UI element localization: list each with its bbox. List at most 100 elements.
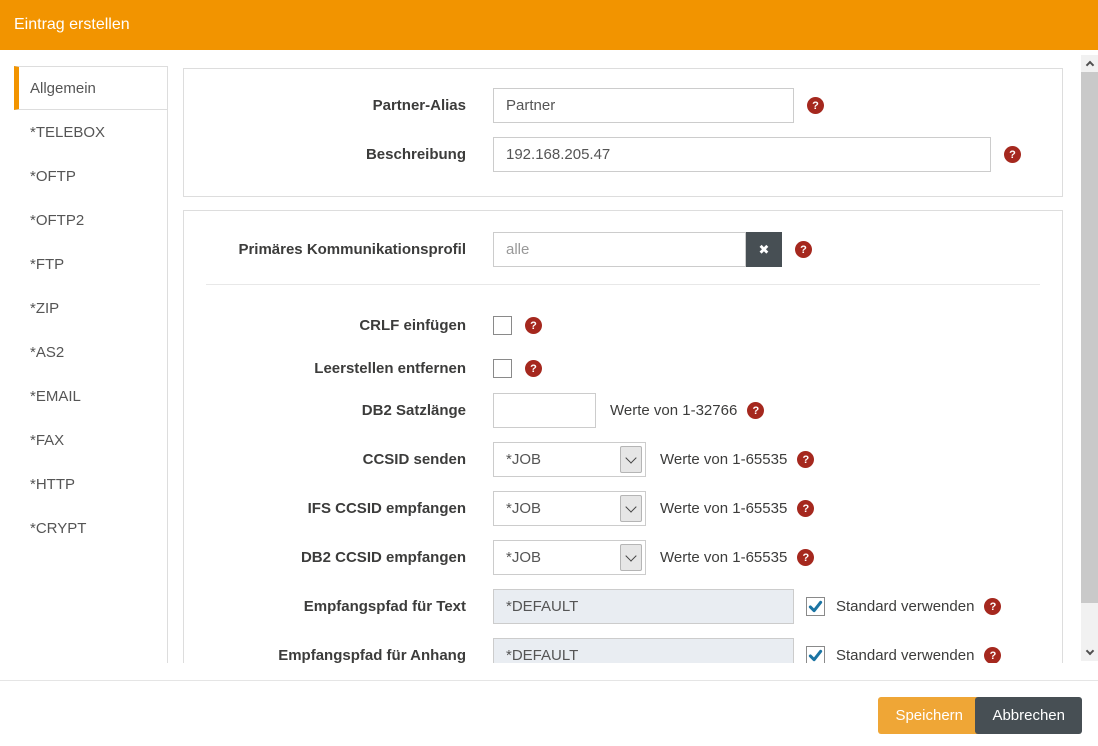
empfangspfad-text-label: Empfangspfad für Text [184, 598, 493, 616]
sidebar-item-telebox[interactable]: *TELEBOX [14, 110, 167, 154]
cancel-button[interactable]: Abbrechen [975, 697, 1082, 734]
form-row-partner-alias: Partner-Alias ? [184, 88, 1062, 123]
komm-profil-input[interactable] [493, 232, 746, 267]
leerstellen-checkbox[interactable] [493, 359, 512, 378]
crlf-checkbox[interactable] [493, 316, 512, 335]
help-icon[interactable]: ? [984, 647, 1001, 663]
help-icon[interactable]: ? [797, 549, 814, 566]
help-icon[interactable]: ? [525, 360, 542, 377]
help-icon[interactable]: ? [797, 451, 814, 468]
tab-label: *FTP [30, 256, 64, 273]
standard-verwenden-label: Standard verwenden [836, 647, 974, 663]
tab-label: *OFTP [30, 168, 76, 185]
sidebar-item-oftp[interactable]: *OFTP [14, 154, 167, 198]
help-icon[interactable]: ? [795, 241, 812, 258]
section-divider [206, 284, 1040, 285]
scroll-up-button[interactable] [1081, 55, 1098, 72]
db2-ccsid-select[interactable]: *JOB [493, 540, 646, 575]
form-row-komm-profil: Primäres Kommunikationsprofil ✖ ? [184, 232, 1062, 267]
dialog-header: Eintrag erstellen [0, 0, 1098, 50]
beschreibung-label: Beschreibung [184, 146, 493, 164]
tab-label: *TELEBOX [30, 124, 105, 141]
chevron-down-icon [620, 495, 642, 522]
form-row-empfangspfad-text: Empfangspfad für Text Standard verwenden… [184, 589, 1062, 624]
ccsid-senden-select[interactable]: *JOB [493, 442, 646, 477]
crlf-label: CRLF einfügen [184, 317, 493, 335]
leerstellen-label: Leerstellen entfernen [184, 360, 493, 378]
select-value: *JOB [494, 549, 620, 566]
sidebar-item-crypt[interactable]: *CRYPT [14, 506, 167, 550]
standard-verwenden-checkbox[interactable] [806, 646, 825, 663]
panel-identity: Partner-Alias ? Beschreibung ? [183, 68, 1063, 197]
db2-ccsid-hint: Werte von 1-65535 [660, 549, 787, 566]
help-icon[interactable]: ? [1004, 146, 1021, 163]
help-icon[interactable]: ? [525, 317, 542, 334]
chevron-down-icon [620, 544, 642, 571]
chevron-up-icon [1085, 61, 1093, 69]
ifs-ccsid-hint: Werte von 1-65535 [660, 500, 787, 517]
panel-settings: Primäres Kommunikationsprofil ✖ ? CRLF e… [183, 210, 1063, 663]
sidebar-item-allgemein[interactable]: Allgemein [14, 66, 167, 110]
sidebar-item-oftp2[interactable]: *OFTP2 [14, 198, 167, 242]
check-icon [808, 648, 823, 663]
ifs-ccsid-label: IFS CCSID empfangen [184, 500, 493, 518]
select-value: *JOB [494, 451, 620, 468]
partner-alias-input[interactable] [493, 88, 794, 123]
komm-profil-group: ✖ [493, 232, 782, 267]
help-icon[interactable]: ? [984, 598, 1001, 615]
form-row-empfangspfad-anhang: Empfangspfad für Anhang Standard verwend… [184, 638, 1062, 663]
sidebar-item-http[interactable]: *HTTP [14, 462, 167, 506]
db2-satzlaenge-input[interactable] [493, 393, 596, 428]
ccsid-senden-hint: Werte von 1-65535 [660, 451, 787, 468]
scroll-down-button[interactable] [1081, 644, 1098, 661]
tab-label: *FAX [30, 432, 64, 449]
form-row-db2-satzlaenge: DB2 Satzlänge Werte von 1-32766 ? [184, 393, 1062, 428]
form-row-leerstellen: Leerstellen entfernen ? [184, 359, 1062, 378]
sidebar-item-zip[interactable]: *ZIP [14, 286, 167, 330]
tab-label: Allgemein [30, 80, 96, 97]
form-row-beschreibung: Beschreibung ? [184, 137, 1062, 172]
empfangspfad-anhang-input [493, 638, 794, 663]
db2-satzlaenge-label: DB2 Satzlänge [184, 402, 493, 420]
clear-button[interactable]: ✖ [746, 232, 782, 267]
db2-ccsid-label: DB2 CCSID empfangen [184, 549, 493, 567]
sidebar-item-fax[interactable]: *FAX [14, 418, 167, 462]
sidebar-item-ftp[interactable]: *FTP [14, 242, 167, 286]
chevron-down-icon [1085, 647, 1093, 655]
dialog-body: Allgemein *TELEBOX *OFTP *OFTP2 *FTP *ZI… [0, 55, 1098, 663]
tab-label: *ZIP [30, 300, 59, 317]
standard-verwenden-checkbox[interactable] [806, 597, 825, 616]
db2-satzlaenge-hint: Werte von 1-32766 [610, 402, 737, 419]
sidebar-item-email[interactable]: *EMAIL [14, 374, 167, 418]
vertical-scrollbar[interactable] [1081, 55, 1098, 661]
check-icon [808, 599, 823, 614]
help-icon[interactable]: ? [797, 500, 814, 517]
form-row-ccsid-senden: CCSID senden *JOB Werte von 1-65535 ? [184, 442, 1062, 477]
sidebar-tabs: Allgemein *TELEBOX *OFTP *OFTP2 *FTP *ZI… [14, 66, 168, 663]
tab-label: *EMAIL [30, 388, 81, 405]
help-icon[interactable]: ? [807, 97, 824, 114]
form-row-crlf: CRLF einfügen ? [184, 316, 1062, 335]
standard-verwenden-label: Standard verwenden [836, 598, 974, 615]
scrollbar-thumb[interactable] [1081, 72, 1098, 603]
komm-profil-label: Primäres Kommunikationsprofil [184, 241, 493, 259]
dialog-title: Eintrag erstellen [0, 0, 1098, 50]
partner-alias-label: Partner-Alias [184, 97, 493, 115]
form-row-ifs-ccsid: IFS CCSID empfangen *JOB Werte von 1-655… [184, 491, 1062, 526]
save-button[interactable]: Speichern [878, 697, 980, 734]
tab-label: *HTTP [30, 476, 75, 493]
empfangspfad-text-input [493, 589, 794, 624]
chevron-down-icon [620, 446, 642, 473]
clear-icon: ✖ [759, 242, 770, 258]
beschreibung-input[interactable] [493, 137, 991, 172]
ccsid-senden-label: CCSID senden [184, 451, 493, 469]
tab-label: *CRYPT [30, 520, 86, 537]
help-icon[interactable]: ? [747, 402, 764, 419]
dialog-footer: Speichern Abbrechen [0, 680, 1098, 746]
sidebar-item-as2[interactable]: *AS2 [14, 330, 167, 374]
tab-label: *AS2 [30, 344, 64, 361]
tab-label: *OFTP2 [30, 212, 84, 229]
empfangspfad-anhang-label: Empfangspfad für Anhang [184, 647, 493, 664]
ifs-ccsid-select[interactable]: *JOB [493, 491, 646, 526]
form-row-db2-ccsid: DB2 CCSID empfangen *JOB Werte von 1-655… [184, 540, 1062, 575]
